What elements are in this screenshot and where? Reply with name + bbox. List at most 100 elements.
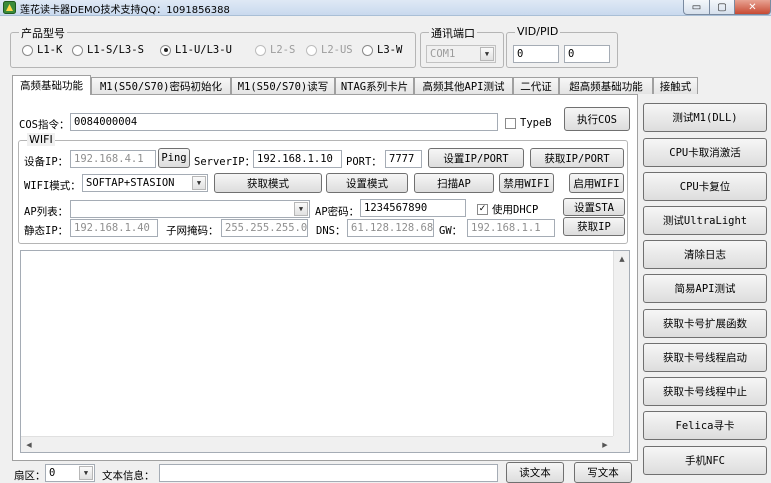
chevron-down-icon[interactable]: ▼ — [294, 202, 308, 216]
radio-label: L2-US — [321, 44, 353, 56]
vid-input[interactable]: 0 — [513, 45, 559, 63]
port-value: COM1 — [430, 48, 456, 60]
horizontal-scrollbar[interactable]: ◀ ▶ — [21, 436, 613, 452]
scrollbar-corner — [613, 436, 629, 452]
set-mode-button[interactable]: 设置模式 — [326, 173, 408, 193]
clear-log-button[interactable]: 清除日志 — [643, 240, 767, 269]
sector-value: 0 — [49, 467, 56, 479]
typeb-label: TypeB — [520, 117, 552, 129]
radio-dot — [160, 44, 171, 56]
typeb-checkbox[interactable]: TypeB — [505, 117, 552, 129]
pid-input[interactable]: 0 — [564, 45, 610, 63]
disable-wifi-button[interactable]: 禁用WIFI — [499, 173, 554, 193]
scroll-right-icon[interactable]: ▶ — [597, 437, 613, 453]
get-ip-button[interactable]: 获取IP — [563, 217, 625, 236]
ap-password-label: AP密码： — [315, 206, 360, 218]
gw-label: GW： — [439, 225, 463, 237]
tab-hf-basic[interactable]: 高频基础功能 — [12, 75, 91, 95]
set-sta-button[interactable]: 设置STA — [563, 198, 625, 216]
checkbox-box — [505, 117, 516, 129]
set-ip-port-button[interactable]: 设置IP/PORT — [428, 148, 524, 168]
vertical-scrollbar[interactable]: ▲ ▼ — [613, 251, 629, 452]
get-ip-port-button[interactable]: 获取IP/PORT — [530, 148, 624, 168]
dhcp-label: 使用DHCP — [492, 204, 539, 216]
tab-uhf-basic[interactable]: 超高频基础功能 — [559, 77, 653, 94]
tab-m1-read-write[interactable]: M1(S50/S70)读写 — [231, 77, 335, 94]
radio-label: L1-K — [37, 44, 63, 56]
wifi-mode-label: WIFI模式： — [24, 180, 81, 192]
port-label: PORT： — [346, 156, 382, 168]
gw-input[interactable]: 192.168.1.1 — [467, 219, 555, 237]
log-textarea[interactable]: ▲ ▼ ◀ ▶ — [20, 250, 630, 453]
sector-label: 扇区： — [14, 470, 46, 482]
app-logo-icon — [3, 1, 16, 14]
text-info-input[interactable] — [159, 464, 498, 482]
wifi-mode-combo[interactable]: SOFTAP+STASION ▼ — [82, 174, 208, 192]
radio-l1s-l3s[interactable]: L1-S/L3-S — [72, 44, 144, 56]
scroll-up-icon[interactable]: ▲ — [614, 251, 630, 267]
close-icon: ✕ — [748, 1, 757, 13]
exec-cos-button[interactable]: 执行COS — [564, 107, 630, 131]
port-input[interactable]: 7777 — [385, 150, 422, 168]
radio-l3w[interactable]: L3-W — [362, 44, 402, 56]
cos-input[interactable]: 0084000004 — [70, 113, 498, 131]
ap-list-combo[interactable]: ▼ — [70, 200, 310, 218]
get-card-thread-start-button[interactable]: 获取卡号线程启动 — [643, 343, 767, 372]
write-text-button[interactable]: 写文本 — [574, 462, 632, 483]
port-combo[interactable]: COM1 ▼ — [426, 45, 496, 63]
sector-combo[interactable]: 0 ▼ — [45, 464, 95, 482]
minimize-button[interactable]: ▭ — [683, 0, 710, 15]
dhcp-checkbox[interactable]: ✓ 使用DHCP — [477, 202, 538, 217]
radio-dot — [72, 44, 83, 56]
radio-l1k[interactable]: L1-K — [22, 44, 62, 56]
radio-l1u-l3u[interactable]: L1-U/L3-U — [160, 44, 232, 56]
felica-search-button[interactable]: Felica寻卡 — [643, 411, 767, 440]
server-ip-label: ServerIP： — [194, 156, 256, 168]
get-mode-button[interactable]: 获取模式 — [214, 173, 322, 193]
dns-input[interactable]: 61.128.128.68 — [347, 219, 434, 237]
scroll-left-icon[interactable]: ◀ — [21, 437, 37, 453]
minimize-icon: ▭ — [691, 1, 702, 13]
radio-l2us[interactable]: L2-US — [306, 44, 353, 56]
radio-dot — [362, 44, 373, 56]
cpu-card-reset-button[interactable]: CPU卡复位 — [643, 172, 767, 201]
window-title: 莲花读卡器DEMO技术支持QQ：1091856388 — [20, 5, 230, 16]
static-ip-input[interactable]: 192.168.1.40 — [70, 219, 158, 237]
test-ultralight-button[interactable]: 测试UltraLight — [643, 206, 767, 235]
tab-m1-password-init[interactable]: M1(S50/S70)密码初始化 — [91, 77, 231, 94]
radio-label: L3-W — [377, 44, 403, 56]
maximize-icon: ▢ — [717, 1, 727, 13]
scan-ap-button[interactable]: 扫描AP — [414, 173, 494, 193]
radio-l2s[interactable]: L2-S — [255, 44, 295, 56]
port-group-title: 通讯端口 — [429, 25, 477, 41]
get-card-thread-stop-button[interactable]: 获取卡号线程中止 — [643, 377, 767, 406]
tab-ntag[interactable]: NTAG系列卡片 — [335, 77, 414, 94]
test-m1-dll-button[interactable]: 测试M1(DLL) — [643, 103, 767, 132]
server-ip-input[interactable]: 192.168.1.10 — [253, 150, 342, 168]
enable-wifi-button[interactable]: 启用WIFI — [569, 173, 624, 193]
device-ip-input[interactable]: 192.168.4.1 — [70, 150, 156, 168]
cpu-card-deactivate-button[interactable]: CPU卡取消激活 — [643, 138, 767, 167]
read-text-button[interactable]: 读文本 — [506, 462, 564, 483]
device-ip-label: 设备IP： — [24, 156, 69, 168]
close-button[interactable]: ✕ — [734, 0, 771, 15]
ping-button[interactable]: Ping — [158, 148, 190, 168]
tab-hf-other-api[interactable]: 高频其他API测试 — [414, 77, 513, 94]
phone-nfc-button[interactable]: 手机NFC — [643, 446, 767, 475]
ap-list-label: AP列表： — [24, 206, 69, 218]
tab-id-card[interactable]: 二代证 — [513, 77, 559, 94]
chevron-down-icon[interactable]: ▼ — [480, 47, 494, 61]
product-model-title: 产品型号 — [19, 25, 67, 41]
chevron-down-icon[interactable]: ▼ — [192, 176, 206, 190]
maximize-button[interactable]: ▢ — [709, 0, 735, 15]
ap-password-input[interactable]: 1234567890 — [360, 199, 466, 217]
chevron-down-icon[interactable]: ▼ — [79, 466, 93, 480]
radio-label: L1-U/L3-U — [175, 44, 232, 56]
simple-api-test-button[interactable]: 简易API测试 — [643, 274, 767, 303]
get-card-id-ext-button[interactable]: 获取卡号扩展函数 — [643, 309, 767, 338]
subnet-input[interactable]: 255.255.255.0 — [221, 219, 308, 237]
static-ip-label: 静态IP： — [24, 225, 69, 237]
tab-contact[interactable]: 接触式 — [653, 77, 698, 94]
radio-dot — [306, 44, 317, 56]
cos-label: COS指令： — [19, 119, 70, 131]
